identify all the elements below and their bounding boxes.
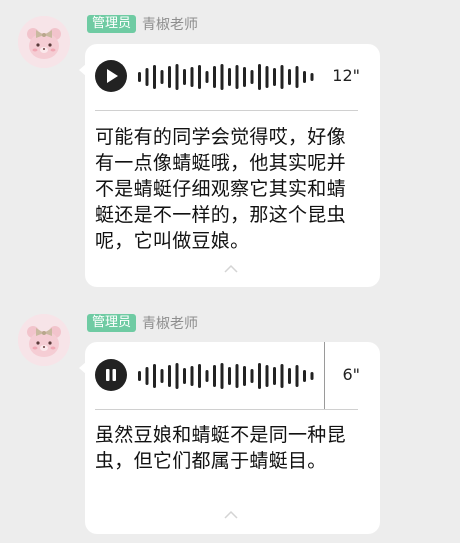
waveform-bar [175,64,179,90]
waveform-bar [220,64,224,90]
play-icon [107,69,118,83]
pause-button[interactable] [95,359,127,391]
waveform-bar [295,365,299,387]
waveform-bar [235,364,239,388]
waveform-bar [273,68,276,86]
waveform-bar [145,367,149,385]
voice-duration: 6" [342,365,360,384]
bear-avatar-icon [18,314,70,366]
waveform-bar [265,66,269,88]
waveform-bar [258,64,261,90]
waveform-bar [258,363,261,389]
waveform-bar [160,70,164,84]
waveform-bar [205,370,209,382]
waveform-bar [265,365,269,387]
waveform-bar [295,66,299,88]
waveform[interactable] [138,64,323,90]
sender-name[interactable]: 青椒老师 [142,313,198,333]
avatar[interactable] [18,314,70,366]
avatar[interactable] [18,16,70,68]
waveform-bar [138,371,141,381]
bear-avatar-icon [18,16,70,68]
waveform-bar [198,65,201,89]
admin-badge: 管理员 [87,314,137,332]
waveform-bar [198,364,201,388]
waveform-bar [288,368,291,384]
waveform-bar [280,364,284,388]
waveform-bar [250,70,254,84]
chevron-up-icon[interactable] [223,264,239,274]
voice-player[interactable]: 12" [95,52,370,100]
waveform-bar [160,369,164,383]
waveform-bar [273,367,276,385]
bubble-tail [79,64,86,76]
waveform-bar [168,66,171,88]
chevron-up-icon[interactable] [223,510,239,520]
bubble-tail [79,362,86,374]
waveform-bar [190,366,194,386]
waveform-bar [250,369,254,383]
waveform-bar [310,372,314,380]
voice-message-bubble[interactable]: 6" 虽然豆娘和蜻蜓不是同一种昆虫，但它们都属于蜻蜓目。 [79,342,380,534]
waveform[interactable] [138,363,323,389]
waveform-bar [243,366,246,386]
waveform-bar [288,69,291,85]
waveform-bar [303,71,306,83]
transcript-text: 可能有的同学会觉得哎，好像有一点像蜻蜓哦，他其实呢并不是蜻蜓仔细观察它其实和蜻蜓… [95,126,346,252]
waveform-bar [235,65,239,89]
waveform-bar [175,363,179,389]
pause-icon [106,369,116,381]
waveform-bar [153,65,156,89]
transcript-text: 虽然豆娘和蜻蜓不是同一种昆虫，但它们都属于蜻蜓目。 [95,424,346,472]
sender-name[interactable]: 青椒老师 [142,14,198,34]
play-button[interactable] [95,60,127,92]
voice-player[interactable]: 6" [95,351,370,399]
waveform-bar [280,65,284,89]
waveform-bar [138,72,141,82]
waveform-bar [213,66,216,88]
waveform-bar [243,67,246,87]
waveform-bar [183,368,186,384]
message-header: 管理员 青椒老师 [87,313,198,333]
waveform-bar [168,365,171,387]
voice-message-bubble[interactable]: 12" 可能有的同学会觉得哎，好像有一点像蜻蜓哦，他其实呢并不是蜻蜓仔细观察它其… [79,44,380,287]
waveform-bar [205,71,209,83]
waveform-bar [220,363,224,389]
waveform-bar [213,365,216,387]
divider [95,409,358,410]
waveform-bar [145,68,149,86]
waveform-bar [228,367,231,385]
waveform-bar [303,370,306,382]
message-header: 管理员 青椒老师 [87,14,198,34]
admin-badge: 管理员 [87,15,137,33]
waveform-bar [228,68,231,86]
waveform-bar [190,67,194,87]
playback-position-indicator[interactable] [324,342,325,410]
voice-duration: 12" [332,66,360,85]
waveform-bar [153,364,156,388]
waveform-bar [310,73,314,81]
divider [95,110,358,111]
waveform-bar [183,69,186,85]
